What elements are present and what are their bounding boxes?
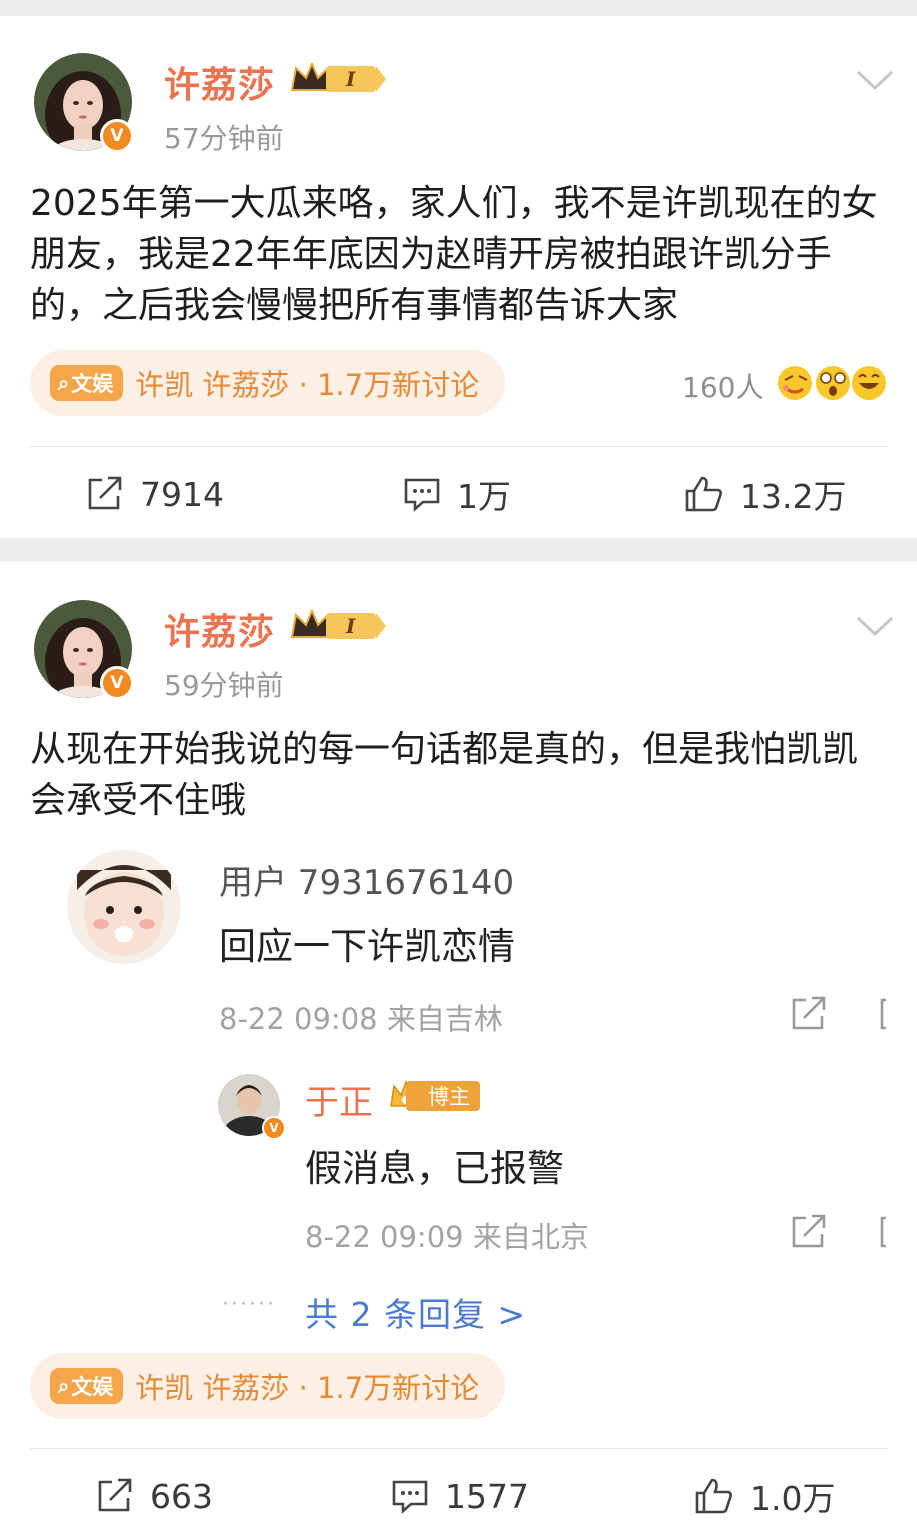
share-icon[interactable] — [790, 1214, 828, 1250]
share-count: 7914 — [140, 474, 224, 514]
share-button[interactable]: 7914 — [86, 469, 224, 519]
post-text: 2025年第一大瓜来咯，家人们，我不是许凯现在的女朋友，我是22年年底因为赵晴开… — [30, 183, 878, 326]
reaction-emoji-icon[interactable] — [773, 363, 889, 403]
divider — [30, 446, 887, 447]
username[interactable]: 许荔莎 — [164, 56, 275, 108]
thumbs-up-icon — [695, 1478, 732, 1514]
share-count: 663 — [150, 1476, 213, 1516]
verified-icon: V — [262, 1116, 286, 1140]
share-button[interactable]: 663 — [96, 1471, 213, 1521]
topic-text: 许凯 许荔莎 · 1.7万新讨论 — [135, 368, 480, 402]
like-button[interactable]: 13.2万 — [684, 469, 846, 519]
comment-count: 1577 — [445, 1476, 529, 1516]
search-icon: ⌕ — [58, 371, 70, 395]
like-button[interactable]: 1.0万 — [694, 1471, 835, 1521]
post-time: 59分钟前 — [164, 669, 284, 702]
comment-icon[interactable] — [880, 998, 888, 1030]
comment-button[interactable]: 1577 — [391, 1471, 529, 1521]
share-icon[interactable] — [790, 996, 828, 1032]
like-count: 1.0万 — [750, 1479, 836, 1518]
vip-crown-icon: I — [290, 61, 386, 92]
username[interactable]: 许荔莎 — [164, 603, 275, 655]
topic-badge: ⌕ 文娱 — [50, 1368, 124, 1404]
comment-icon[interactable] — [880, 1216, 888, 1248]
topic-tag[interactable]: ⌕ 文娱 许凯 许荔莎 · 1.7万新讨论 — [30, 350, 506, 416]
chevron-down-icon[interactable] — [855, 68, 895, 92]
topic-tag[interactable]: ⌕ 文娱 许凯 许荔莎 · 1.7万新讨论 — [30, 1353, 506, 1419]
post-card-1: V 许荔莎 I 57分钟前 2025年第一大瓜来咯，家人们，我不是许凯现在的女朋… — [0, 16, 917, 538]
comment-icon — [392, 1480, 428, 1514]
commenter-avatar[interactable] — [67, 850, 181, 964]
comment-icon — [404, 478, 440, 512]
divider — [30, 1448, 887, 1449]
search-icon: ⌕ — [58, 1374, 70, 1398]
verified-icon: V — [100, 119, 134, 153]
comment-button[interactable]: 1万 — [403, 469, 511, 519]
topic-badge: ⌕ 文娱 — [50, 365, 124, 401]
comment-meta: 8-22 09:08 来自吉林 — [219, 1002, 503, 1036]
view-replies-link[interactable]: 共 2 条回复 > — [305, 1288, 526, 1336]
comment-text: 回应一下许凯恋情 — [219, 925, 515, 968]
commenter-name[interactable]: 用户 7931676140 — [219, 855, 514, 904]
verified-icon: V — [100, 666, 134, 700]
post-text: 从现在开始我说的每一句话都是真的，但是我怕凯凯会承受不住哦 — [30, 729, 859, 821]
reaction-count[interactable]: 160人 — [682, 366, 763, 406]
reply-text: 假消息，已报警 — [305, 1147, 564, 1190]
chevron-down-icon[interactable] — [855, 614, 895, 638]
reply-dots: ······ — [222, 1292, 276, 1317]
svg-text:I: I — [345, 67, 356, 91]
post-card-2: V 许荔莎 I 59分钟前 从现在开始我说的每一句话都是真的，但是我怕凯凯会承受… — [0, 562, 917, 1533]
replier-name[interactable]: 于正 — [305, 1075, 373, 1124]
post-time: 57分钟前 — [164, 122, 284, 155]
thumbs-up-icon — [685, 476, 722, 512]
share-icon — [88, 476, 122, 510]
comment-count: 1万 — [457, 477, 511, 516]
blogger-badge: 博主 — [388, 1078, 480, 1114]
share-icon — [98, 1478, 132, 1512]
topic-text: 许凯 许荔莎 · 1.7万新讨论 — [135, 1371, 480, 1405]
svg-text:I: I — [345, 614, 356, 638]
vip-crown-icon: I — [290, 608, 386, 639]
like-count: 13.2万 — [740, 477, 847, 516]
reply-meta: 8-22 09:09 来自北京 — [305, 1220, 589, 1254]
